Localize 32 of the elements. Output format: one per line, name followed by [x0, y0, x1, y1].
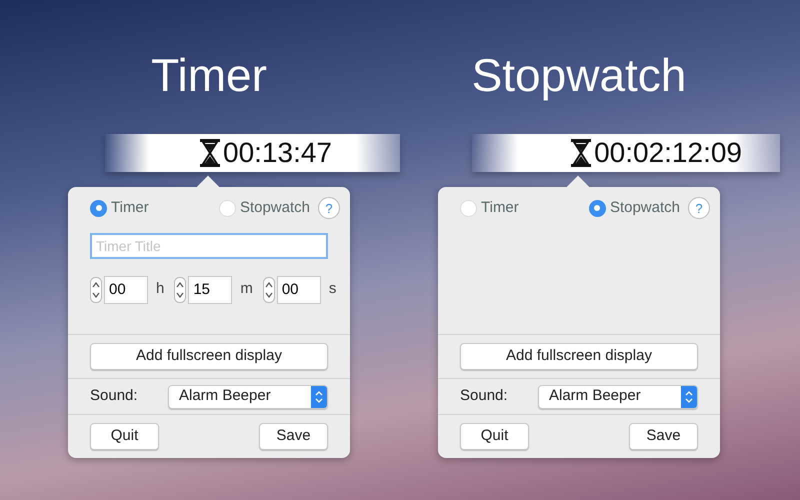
radio-button[interactable]: Timer [90, 197, 149, 220]
stepper-icon[interactable] [174, 276, 186, 302]
time-field[interactable]: 15 [188, 276, 232, 304]
hourglass-icon [570, 138, 592, 168]
quit-button[interactable]: Quit [460, 423, 529, 450]
fullscreen-button[interactable]: Add fullscreen display [460, 343, 698, 370]
heading: Timer [151, 48, 267, 103]
time-field[interactable]: 00 [104, 276, 148, 304]
sound-select[interactable]: Alarm Beeper [538, 384, 698, 408]
radio-button[interactable]: Timer [460, 197, 519, 220]
select-arrows-icon [681, 386, 697, 408]
title-field[interactable]: Timer Title [90, 232, 328, 258]
select-arrows-icon [311, 386, 327, 408]
sound-label: Sound: [90, 386, 139, 406]
quit-button[interactable]: Quit [90, 423, 159, 450]
save-button[interactable]: Save [629, 423, 698, 450]
sound-label: Sound: [460, 386, 509, 406]
clock-readout: 00:13:47 [223, 136, 332, 170]
heading: Stopwatch [472, 48, 686, 103]
time-field[interactable]: 00 [276, 276, 321, 304]
unit-label: h [156, 279, 164, 300]
hourglass-icon [199, 138, 221, 168]
save-button[interactable]: Save [259, 423, 328, 450]
stepper-icon[interactable] [262, 276, 275, 302]
radio-button[interactable]: Stopwatch [218, 197, 310, 220]
sound-select[interactable]: Alarm Beeper [168, 384, 328, 408]
unit-label: s [328, 279, 336, 300]
radio-button[interactable]: Stopwatch [588, 197, 680, 220]
clock-readout: 00:02:12:09 [594, 136, 742, 170]
unit-label: m [240, 279, 253, 300]
fullscreen-button[interactable]: Add fullscreen display [90, 343, 328, 370]
stepper-icon[interactable] [90, 276, 102, 302]
